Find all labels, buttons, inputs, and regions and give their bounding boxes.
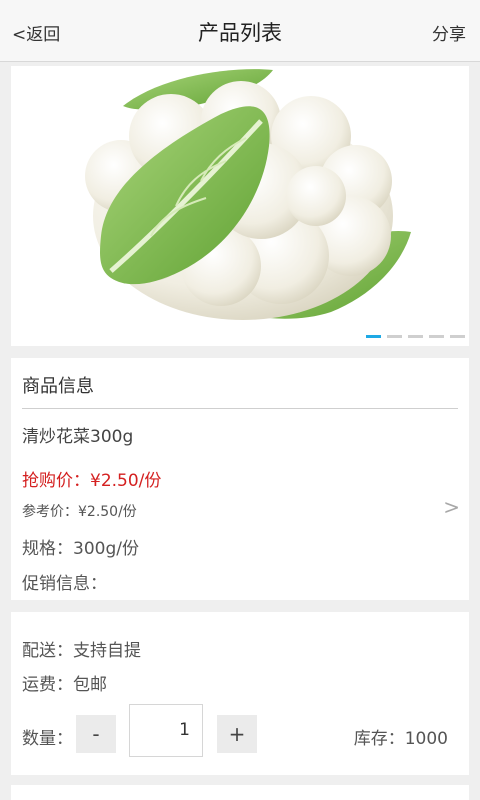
- quantity-input[interactable]: 1: [129, 704, 203, 757]
- flash-sale-price: 抢购价：¥2.50/份: [22, 471, 162, 491]
- carousel-dot-active[interactable]: [366, 335, 381, 338]
- product-name: 清炒花菜300g: [22, 427, 134, 447]
- product-image-carousel[interactable]: [11, 66, 469, 346]
- shipping-fee: 运费：包邮: [22, 675, 107, 695]
- share-button[interactable]: 分享: [432, 20, 466, 45]
- cauliflower-image: [85, 69, 411, 320]
- carousel-dot[interactable]: [429, 335, 444, 338]
- shipping-card: 配送：支持自提 运费：包邮 数量： - 1 + 库存：1000: [11, 612, 469, 775]
- next-card-edge: [11, 785, 469, 800]
- carousel-indicator: [366, 335, 465, 338]
- carousel-dot[interactable]: [387, 335, 402, 338]
- promotion-info: 促销信息：: [22, 574, 107, 594]
- increase-quantity-button[interactable]: +: [217, 715, 257, 753]
- product-info-card[interactable]: 商品信息 清炒花菜300g 抢购价：¥2.50/份 参考价：¥2.50/份 规格…: [11, 358, 469, 600]
- chevron-right-icon[interactable]: >: [443, 495, 460, 519]
- delivery-method: 配送：支持自提: [22, 641, 141, 661]
- section-title: 商品信息: [22, 376, 94, 397]
- carousel-dot[interactable]: [450, 335, 465, 338]
- product-spec: 规格：300g/份: [22, 539, 139, 559]
- top-navigation-bar: <返回 产品列表 分享: [0, 0, 480, 62]
- page-title: 产品列表: [198, 21, 282, 45]
- reference-price: 参考价：¥2.50/份: [22, 504, 137, 520]
- quantity-label: 数量：: [22, 729, 73, 749]
- divider: [22, 408, 458, 409]
- decrease-quantity-button[interactable]: -: [76, 715, 116, 753]
- carousel-dot[interactable]: [408, 335, 423, 338]
- stock-count: 库存：1000: [353, 729, 448, 749]
